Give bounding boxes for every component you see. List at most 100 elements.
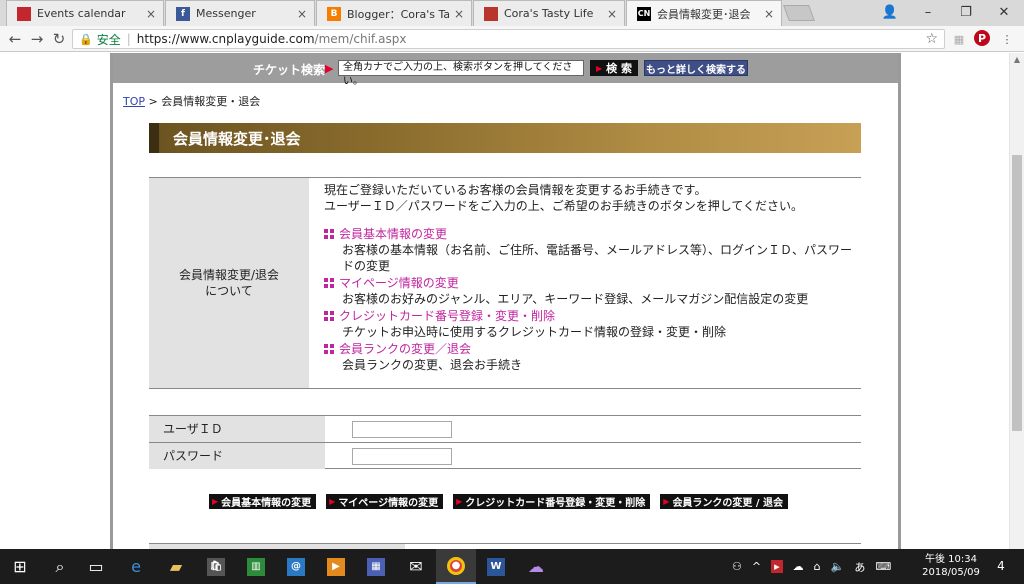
tray-app-icon[interactable]: ▸ — [771, 560, 783, 573]
time: 10:34 — [948, 554, 977, 565]
basic-info-change-button[interactable]: ▶ 会員基本情報の変更 — [209, 494, 317, 509]
notification-center-icon[interactable]: 4 — [990, 556, 1012, 576]
word-icon[interactable]: W — [476, 549, 516, 584]
blogger-favicon-icon: B — [327, 6, 341, 21]
browser-tab-coras-tasty-life[interactable]: Cora's Tasty Life × — [473, 0, 625, 26]
calculator-icon[interactable]: ▦ — [356, 549, 396, 584]
app-icon[interactable]: ▥ — [236, 549, 276, 584]
pinterest-icon[interactable]: P — [974, 30, 990, 46]
facebook-favicon-icon: f — [176, 6, 190, 21]
file-explorer-icon[interactable]: ▰ — [156, 549, 196, 584]
url-host: https://www.cnplayguide.com — [136, 32, 315, 46]
page-title-bar: 会員情報変更･退会 — [149, 123, 861, 153]
url-input[interactable]: 🔒 安全 | https://www.cnplayguide.com/mem/c… — [72, 29, 945, 49]
menu-desc-mypage: お客様のお好みのジャンル、エリア、キーワード登録、メールマガジン配信設定の変更 — [342, 292, 809, 306]
tab-title: 会員情報変更･退会 — [657, 7, 751, 21]
menu-desc-credit-card: チケットお申込時に使用するクレジットカード情報の登録・変更・削除 — [342, 325, 727, 339]
user-id-input[interactable] — [352, 421, 452, 438]
triangle-arrow-icon: ▶ — [329, 497, 336, 506]
chrome-icon[interactable]: ● — [436, 549, 476, 584]
close-window-icon[interactable]: ✕ — [986, 0, 1022, 24]
forward-arrow-icon[interactable]: → — [26, 29, 48, 49]
breadcrumb-top-link[interactable]: TOP — [123, 95, 145, 108]
close-tab-icon[interactable]: × — [606, 7, 618, 21]
button-label: 会員基本情報の変更 — [221, 498, 312, 509]
ime-icon[interactable]: あ — [854, 559, 865, 575]
password-row: パスワード — [149, 442, 861, 469]
notification-count: 4 — [997, 559, 1005, 573]
browser-tab-blogger[interactable]: B Blogger：Cora's Tasty Life × — [316, 0, 472, 26]
menu-dots-icon[interactable]: ⋮ — [998, 30, 1016, 48]
media-player-icon[interactable]: ▶ — [316, 549, 356, 584]
task-view-icon[interactable]: ▭ — [76, 549, 116, 584]
advanced-search-button[interactable]: もっと詳しく検索する — [644, 60, 748, 76]
about-body: 現在ご登録いただいているお客様の会員情報を変更するお手続きです。 ユーザーＩＤ／… — [324, 182, 854, 374]
menu-desc-rank-withdraw: 会員ランクの変更、退会お手続き — [342, 358, 523, 372]
browser-tab-messenger[interactable]: f Messenger × — [165, 0, 315, 26]
triangle-arrow-icon: ▶ — [212, 497, 219, 506]
volume-icon[interactable]: 🔈 — [831, 560, 845, 573]
close-tab-icon[interactable]: × — [145, 7, 157, 21]
square-bullet-icon — [324, 311, 334, 321]
close-tab-icon[interactable]: × — [453, 7, 465, 21]
mail-envelope-icon[interactable]: ✉ — [396, 549, 436, 584]
menu-link-label: クレジットカード番号登録・変更・削除 — [339, 309, 556, 323]
user-id-label: ユーザＩＤ — [149, 416, 325, 442]
windows-start-icon[interactable]: ⊞ — [0, 549, 40, 584]
menu-link-label: 会員基本情報の変更 — [339, 227, 448, 241]
bookmark-star-icon[interactable]: ☆ — [925, 31, 938, 47]
breadcrumb: TOP > 会員情報変更・退会 — [123, 93, 260, 109]
mail-app-icon[interactable]: @ — [276, 549, 316, 584]
scroll-up-icon[interactable]: ▲ — [1010, 53, 1024, 67]
cloud-app-icon[interactable]: ☁ — [516, 549, 556, 584]
menu-link-basic-info[interactable]: 会員基本情報の変更 — [324, 226, 854, 242]
page-scrollbar[interactable]: ▲ — [1009, 53, 1024, 549]
about-heading: 会員情報変更/退会 について — [149, 178, 309, 388]
people-icon[interactable]: ⚇ — [732, 560, 742, 573]
ticket-search-button[interactable]: ▶ 検 索 — [590, 60, 638, 76]
cn-favicon-icon: CN — [637, 6, 651, 21]
secure-label: 安全 — [96, 32, 121, 47]
restore-icon[interactable]: ❐ — [948, 0, 984, 24]
new-tab-button[interactable] — [783, 5, 815, 21]
scrollbar-thumb[interactable] — [1012, 155, 1022, 431]
edge-browser-icon[interactable]: e — [116, 549, 156, 584]
back-arrow-icon[interactable]: ← — [4, 29, 26, 49]
close-tab-icon[interactable]: × — [763, 7, 775, 21]
url-path: /mem/chif.aspx — [314, 32, 407, 46]
taskbar-clock[interactable]: 午後 10:34 2018/05/09 — [920, 553, 982, 579]
breadcrumb-separator: > — [148, 95, 158, 108]
credit-card-button[interactable]: ▶ クレジットカード番号登録・変更・削除 — [453, 494, 651, 509]
store-icon[interactable]: 🛍 — [196, 549, 236, 584]
menu-link-mypage[interactable]: マイページ情報の変更 — [324, 275, 854, 291]
square-bullet-icon — [324, 278, 334, 288]
about-section: 会員情報変更/退会 について 現在ご登録いただいているお客様の会員情報を変更する… — [149, 177, 861, 389]
profile-icon[interactable]: 👤 — [872, 0, 908, 24]
date: 2018/05/09 — [922, 567, 980, 578]
tray-expand-icon[interactable]: ^ — [752, 560, 761, 573]
ticket-search-input[interactable]: 全角カナでご入力の上、検索ボタンを押してください。 — [338, 60, 584, 87]
windows-taskbar: ⊞ ⌕ ▭ e ▰ 🛍 ▥ @ ▶ ▦ ✉ ● W ☁ ⚇ ^ ▸ ☁ ⌂ 🔈 … — [0, 549, 1024, 584]
onedrive-icon[interactable]: ☁ — [793, 560, 804, 573]
network-icon[interactable]: ⌂ — [814, 560, 821, 573]
triangle-arrow-icon: ▶ — [663, 497, 670, 506]
action-buttons: ▶ 会員基本情報の変更 ▶ マイページ情報の変更 ▶ クレジットカード番号登録・… — [209, 494, 789, 509]
keyboard-icon[interactable]: ⌨ — [875, 560, 891, 573]
minimize-icon[interactable]: – — [910, 0, 946, 24]
password-input[interactable] — [352, 448, 452, 465]
about-heading-line1: 会員情報変更/退会 — [178, 268, 280, 282]
reload-icon[interactable]: ↻ — [48, 29, 70, 49]
menu-link-rank-withdraw[interactable]: 会員ランクの変更／退会 — [324, 341, 854, 357]
extension-icon[interactable]: ▦ — [950, 30, 968, 48]
rank-withdraw-button[interactable]: ▶ 会員ランクの変更 / 退会 — [660, 494, 789, 509]
close-tab-icon[interactable]: × — [296, 7, 308, 21]
button-label: 会員ランクの変更 / 退会 — [672, 498, 784, 509]
square-bullet-icon — [324, 229, 334, 239]
browser-tab-active[interactable]: CN 会員情報変更･退会 × — [626, 0, 782, 26]
menu-link-credit-card[interactable]: クレジットカード番号登録・変更・削除 — [324, 308, 854, 324]
menu-link-label: 会員ランクの変更／退会 — [339, 342, 472, 356]
square-bullet-icon — [324, 344, 334, 354]
mypage-change-button[interactable]: ▶ マイページ情報の変更 — [326, 494, 444, 509]
browser-tab-events-calendar[interactable]: Events calendar × — [6, 0, 164, 26]
search-icon[interactable]: ⌕ — [40, 549, 80, 584]
